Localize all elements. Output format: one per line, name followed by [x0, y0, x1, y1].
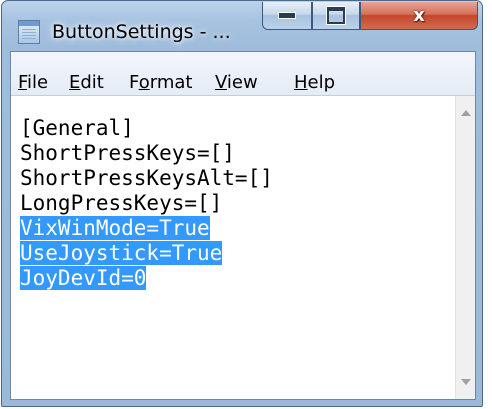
minimize-button[interactable]	[262, 2, 312, 30]
editor-line-selected: VixWinMode=True	[20, 216, 210, 241]
menu-view-label: iew	[226, 72, 258, 93]
title-bar[interactable]: ButtonSettings - ... x	[2, 1, 482, 51]
editor-line: [General]	[20, 116, 134, 141]
line-text: [General]	[20, 116, 134, 140]
scroll-down-arrow-icon[interactable]	[461, 379, 471, 385]
menu-file[interactable]: File	[18, 72, 48, 93]
close-icon: x	[413, 4, 425, 26]
maximize-button[interactable]	[312, 2, 360, 30]
line-text: ShortPressKeysAlt=[]	[20, 166, 273, 190]
menu-file-label: ile	[27, 72, 49, 93]
menu-format-label: rmat	[149, 72, 193, 93]
selected-text: JoyDevId=0	[20, 266, 147, 290]
line-text: ShortPressKeys=[]	[20, 141, 235, 165]
menu-help-mnemonic: H	[294, 72, 308, 93]
notepad-icon[interactable]	[18, 20, 40, 44]
line-text: LongPressKeys=[]	[20, 191, 223, 215]
menu-format[interactable]: Format	[129, 72, 192, 93]
menu-format-prefix: F	[129, 72, 139, 93]
menu-format-mnemonic: o	[138, 72, 150, 93]
menu-edit[interactable]: Edit	[69, 72, 104, 93]
client-area: File Edit Format View Help [General] Sho…	[10, 51, 476, 400]
minimize-icon	[278, 12, 296, 19]
text-editor[interactable]: [General] ShortPressKeys=[] ShortPressKe…	[11, 96, 475, 399]
menu-help-label: elp	[307, 72, 336, 93]
menu-bar: File Edit Format View Help	[11, 52, 475, 96]
editor-line: ShortPressKeys=[]	[20, 141, 235, 166]
editor-line-selected: JoyDevId=0	[20, 266, 147, 291]
menu-edit-mnemonic: E	[69, 72, 81, 93]
menu-help[interactable]: Help	[294, 72, 335, 93]
editor-line: ShortPressKeysAlt=[]	[20, 166, 273, 191]
vertical-scrollbar[interactable]	[455, 96, 475, 399]
caption-buttons: x	[262, 2, 478, 30]
selected-text: VixWinMode=True	[20, 216, 210, 240]
maximize-icon	[327, 7, 345, 24]
menu-edit-label: dit	[80, 72, 104, 93]
scroll-up-arrow-icon[interactable]	[461, 110, 471, 116]
window-title: ButtonSettings - ...	[52, 21, 231, 43]
menu-view[interactable]: View	[215, 72, 258, 93]
notepad-window: ButtonSettings - ... x File Edit Format …	[1, 0, 483, 407]
menu-file-mnemonic: F	[18, 72, 28, 93]
selected-text: UseJoystick=True	[20, 241, 223, 265]
close-button[interactable]: x	[360, 2, 478, 30]
menu-view-mnemonic: V	[215, 72, 227, 93]
editor-line: LongPressKeys=[]	[20, 191, 222, 216]
editor-line-selected: UseJoystick=True	[20, 241, 223, 266]
